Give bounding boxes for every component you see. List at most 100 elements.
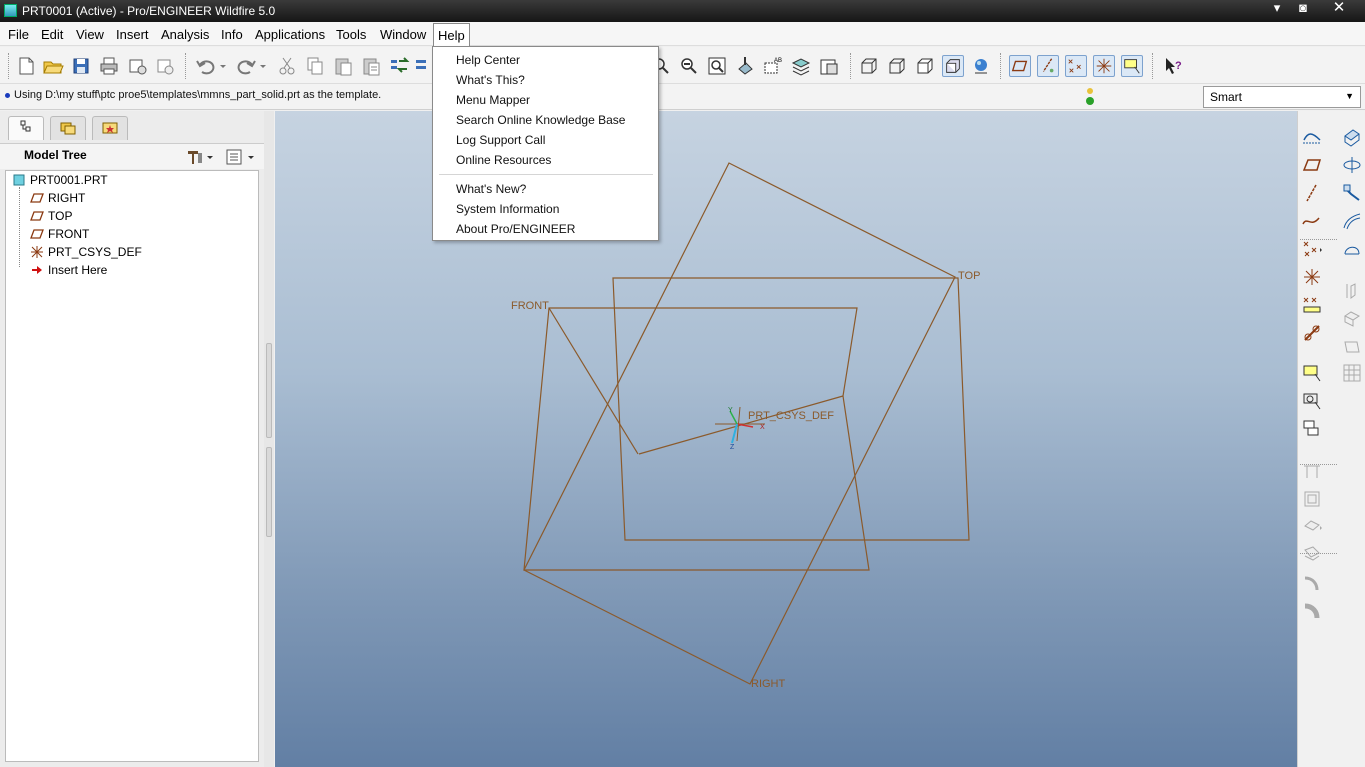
menu-tools[interactable]: Tools xyxy=(331,26,371,43)
menu-item-online-resources[interactable]: Online Resources xyxy=(456,153,551,167)
tab-model-tree[interactable] xyxy=(8,116,44,140)
tree-show-icon[interactable] xyxy=(224,147,258,167)
menu-view[interactable]: View xyxy=(71,26,109,43)
analysis-feature-icon[interactable] xyxy=(1301,294,1323,316)
tree-item-csys[interactable]: PRT_CSYS_DEF xyxy=(30,245,142,259)
annotation-toggle-icon[interactable] xyxy=(1121,55,1143,77)
rib-icon xyxy=(1344,341,1360,353)
splitter-grip[interactable] xyxy=(266,447,272,537)
datum-plane-front[interactable] xyxy=(523,307,870,571)
undo-icon[interactable] xyxy=(195,55,217,77)
toolbar-separator xyxy=(1300,239,1337,240)
zoom-out-icon[interactable] xyxy=(678,55,700,77)
chain-icon[interactable] xyxy=(1301,322,1323,344)
feature-toolbar xyxy=(1297,111,1365,767)
menu-file[interactable]: File xyxy=(3,26,34,43)
photo-note-icon[interactable] xyxy=(1301,390,1323,412)
panel-splitter[interactable] xyxy=(264,111,274,767)
email-link-icon[interactable] xyxy=(154,55,176,77)
email-icon[interactable] xyxy=(126,55,148,77)
menu-edit[interactable]: Edit xyxy=(36,26,68,43)
selection-filter-dropdown[interactable]: Smart ▼ xyxy=(1203,86,1361,108)
tab-favorites[interactable] xyxy=(92,116,128,140)
menu-info[interactable]: Info xyxy=(216,26,248,43)
tree-item-right[interactable]: RIGHT xyxy=(30,191,85,205)
menu-window[interactable]: Window xyxy=(375,26,431,43)
revolve-icon[interactable] xyxy=(1341,154,1363,176)
minimize-button[interactable]: ▾ xyxy=(1264,0,1290,18)
hidden-line-icon[interactable] xyxy=(886,55,908,77)
shading-icon[interactable] xyxy=(942,55,964,77)
layers-icon[interactable] xyxy=(790,55,812,77)
save-icon[interactable] xyxy=(70,55,92,77)
datum-axis-tool-icon[interactable] xyxy=(1301,182,1323,204)
csys-toggle-icon[interactable] xyxy=(1093,55,1115,77)
pattern-icon xyxy=(1343,364,1361,382)
hole-icon[interactable] xyxy=(1341,126,1363,148)
menu-help[interactable]: Help xyxy=(433,23,470,48)
menu-item-search-knowledge-base[interactable]: Search Online Knowledge Base xyxy=(456,113,625,127)
datum-axes-toggle-icon[interactable] xyxy=(1037,55,1059,77)
datum-point-tool-icon[interactable] xyxy=(1301,238,1323,260)
sketch-icon[interactable] xyxy=(1301,126,1323,148)
app-icon xyxy=(4,4,17,17)
help-dropdown-menu: Help Center What's This? Menu Mapper Sea… xyxy=(432,46,659,241)
datum-label-right: RIGHT xyxy=(751,678,786,690)
undo-dropdown-icon[interactable] xyxy=(218,55,228,77)
restore-button[interactable]: ◙ xyxy=(1290,0,1316,18)
menu-item-whats-this[interactable]: What's This? xyxy=(456,73,525,87)
context-help-icon[interactable]: ? xyxy=(1162,55,1184,77)
menu-item-whats-new[interactable]: What's New? xyxy=(456,182,526,196)
datum-curve-tool-icon[interactable] xyxy=(1301,210,1323,232)
menu-item-help-center[interactable]: Help Center xyxy=(456,53,520,67)
blend-icon[interactable] xyxy=(1341,210,1363,232)
open-folder-icon[interactable] xyxy=(42,55,64,77)
menu-item-about[interactable]: About Pro/ENGINEER xyxy=(456,222,575,236)
graphics-window[interactable]: Y X Z PRT_CSYS_DEF FRONT TOP RIGHT xyxy=(275,111,1297,767)
menu-applications[interactable]: Applications xyxy=(250,26,330,43)
note-icon[interactable] xyxy=(1301,362,1323,384)
tab-folder-browser[interactable] xyxy=(50,116,86,140)
copy-geometry-icon[interactable] xyxy=(1301,418,1323,440)
csys-axis-y-label: Y xyxy=(728,407,733,414)
datum-plane-top[interactable] xyxy=(612,277,970,541)
close-button[interactable]: ✕ xyxy=(1326,0,1352,18)
menu-item-log-support-call[interactable]: Log Support Call xyxy=(456,133,545,147)
tree-item-label: PRT_CSYS_DEF xyxy=(48,245,142,259)
boundary-blend-icon[interactable] xyxy=(1341,238,1363,260)
regenerate-manager-icon[interactable] xyxy=(413,55,431,77)
datum-plane-tool-icon[interactable] xyxy=(1301,154,1323,176)
cut-icon[interactable] xyxy=(276,55,298,77)
svg-text:AB: AB xyxy=(774,58,782,64)
datum-points-toggle-icon[interactable] xyxy=(1065,55,1087,77)
view-manager-icon[interactable] xyxy=(818,55,840,77)
reorient-icon[interactable] xyxy=(734,55,756,77)
tree-root-item[interactable]: PRT0001.PRT xyxy=(12,173,108,187)
paste-icon[interactable] xyxy=(332,55,354,77)
tree-item-front[interactable]: FRONT xyxy=(30,227,89,241)
splitter-grip[interactable] xyxy=(266,343,272,438)
tree-item-insert-here[interactable]: Insert Here xyxy=(30,263,107,277)
enhanced-realism-icon[interactable] xyxy=(970,55,992,77)
tree-item-top[interactable]: TOP xyxy=(30,209,72,223)
menu-analysis[interactable]: Analysis xyxy=(156,26,214,43)
copy-icon[interactable] xyxy=(304,55,326,77)
csys-tool-icon[interactable] xyxy=(1301,266,1323,288)
datum-planes-toggle-icon[interactable] xyxy=(1009,55,1031,77)
tree-settings-icon[interactable] xyxy=(185,147,215,167)
menu-insert[interactable]: Insert xyxy=(111,26,154,43)
print-icon[interactable] xyxy=(98,55,120,77)
new-file-icon[interactable] xyxy=(15,55,37,77)
menu-item-system-information[interactable]: System Information xyxy=(456,202,559,216)
redo-icon[interactable] xyxy=(235,55,257,77)
saved-views-icon[interactable]: AB xyxy=(762,55,784,77)
refit-icon[interactable] xyxy=(706,55,728,77)
no-hidden-icon[interactable] xyxy=(914,55,936,77)
toolbar-separator xyxy=(8,53,10,79)
redo-dropdown-icon[interactable] xyxy=(258,55,268,77)
paste-special-icon[interactable] xyxy=(360,55,382,77)
wireframe-icon[interactable] xyxy=(858,55,880,77)
menu-item-menu-mapper[interactable]: Menu Mapper xyxy=(456,93,530,107)
sweep-icon[interactable] xyxy=(1341,182,1363,204)
regenerate-icon[interactable] xyxy=(388,55,410,77)
